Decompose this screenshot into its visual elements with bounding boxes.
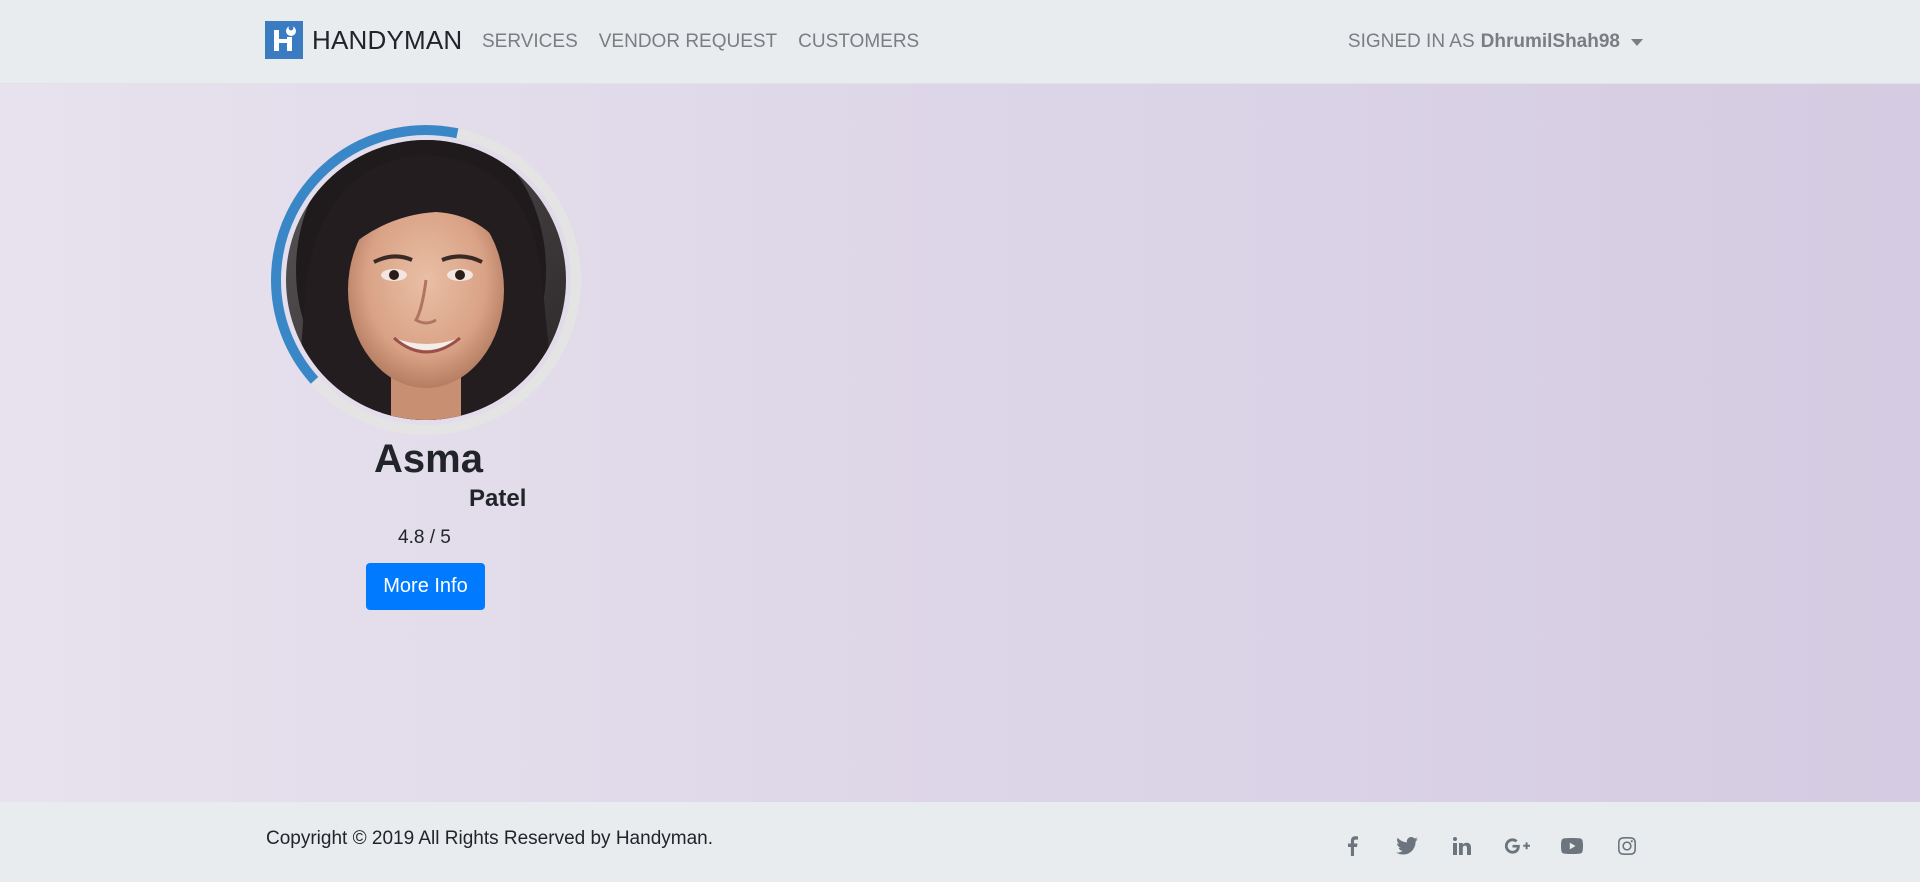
nav-link-customers[interactable]: CUSTOMERS <box>798 30 919 54</box>
user-menu-toggle[interactable]: SIGNED IN AS DhrumilShah98 <box>1348 30 1643 54</box>
brand-name: HANDYMAN <box>312 25 463 55</box>
handyman-logo-icon <box>265 21 303 59</box>
social-links <box>1338 832 1668 860</box>
more-info-button[interactable]: More Info <box>366 563 485 610</box>
vendor-last-name: Patel <box>469 485 527 512</box>
instagram-icon[interactable] <box>1613 832 1641 860</box>
copyright-text: Copyright © 2019 All Rights Reserved by … <box>266 828 714 849</box>
brand-link[interactable]: HANDYMAN <box>265 21 462 59</box>
nav-link-services[interactable]: SERVICES <box>482 30 578 54</box>
nav-link-vendor-request[interactable]: VENDOR REQUEST <box>599 30 777 54</box>
avatar <box>286 140 566 420</box>
google-plus-icon[interactable] <box>1503 832 1531 860</box>
rating-ring <box>268 122 584 438</box>
youtube-icon[interactable] <box>1558 832 1586 860</box>
main-content: Asma Patel 4.8 / 5 More Info <box>0 84 1920 802</box>
vendor-first-name: Asma <box>374 437 483 481</box>
twitter-icon[interactable] <box>1393 832 1421 860</box>
username: DhrumilShah98 <box>1480 31 1620 52</box>
linkedin-icon[interactable] <box>1448 832 1476 860</box>
profile-photo <box>286 140 566 420</box>
vendor-rating: 4.8 / 5 <box>398 527 451 548</box>
top-navbar: HANDYMAN SERVICES VENDOR REQUEST CUSTOME… <box>0 0 1920 84</box>
main-nav: SERVICES VENDOR REQUEST CUSTOMERS <box>482 30 940 54</box>
caret-down-icon <box>1631 38 1643 46</box>
signed-in-label: SIGNED IN AS <box>1347 31 1475 52</box>
vendor-profile-card: Asma Patel 4.8 / 5 More Info <box>268 122 584 610</box>
facebook-icon[interactable] <box>1338 832 1366 860</box>
footer: Copyright © 2019 All Rights Reserved by … <box>0 802 1920 882</box>
